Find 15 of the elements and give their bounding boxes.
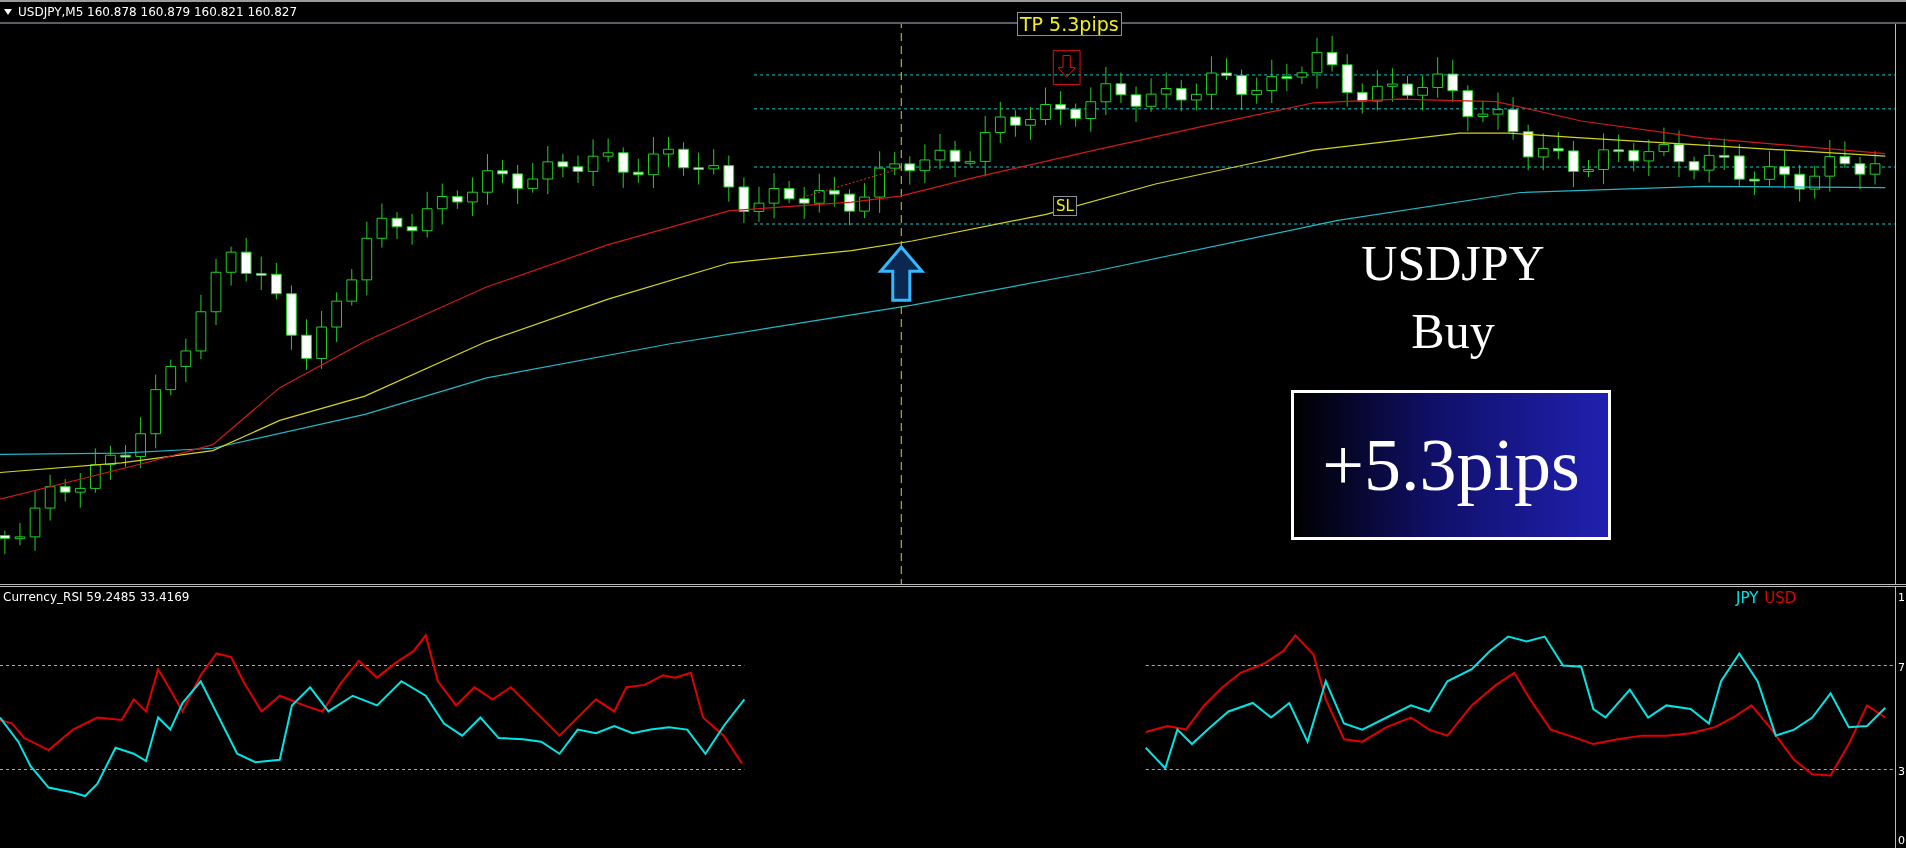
axis-label: 0 — [1898, 834, 1905, 847]
legend-label: USD — [1764, 589, 1797, 607]
pair-title: USDJPY — [1360, 234, 1546, 292]
stop-loss-label: SL — [1053, 196, 1077, 216]
indicator-title: Currency_RSI 59.2485 33.4169 — [3, 590, 190, 604]
legend-label: JPY — [1736, 589, 1759, 607]
axis-label: 7 — [1898, 661, 1905, 674]
symbol-quote-text: USDJPY,M5 160.878 160.879 160.821 160.827 — [18, 5, 298, 19]
take-profit-label: TP 5.3pips — [1017, 12, 1122, 36]
dropdown-triangle-icon[interactable] — [4, 9, 12, 15]
up-arrow-icon — [877, 244, 926, 302]
result-banner: +5.3pips — [1291, 390, 1611, 540]
axis-label: 1 — [1898, 591, 1905, 604]
axis-label: 3 — [1898, 765, 1905, 778]
direction-text: Buy — [1410, 302, 1496, 360]
